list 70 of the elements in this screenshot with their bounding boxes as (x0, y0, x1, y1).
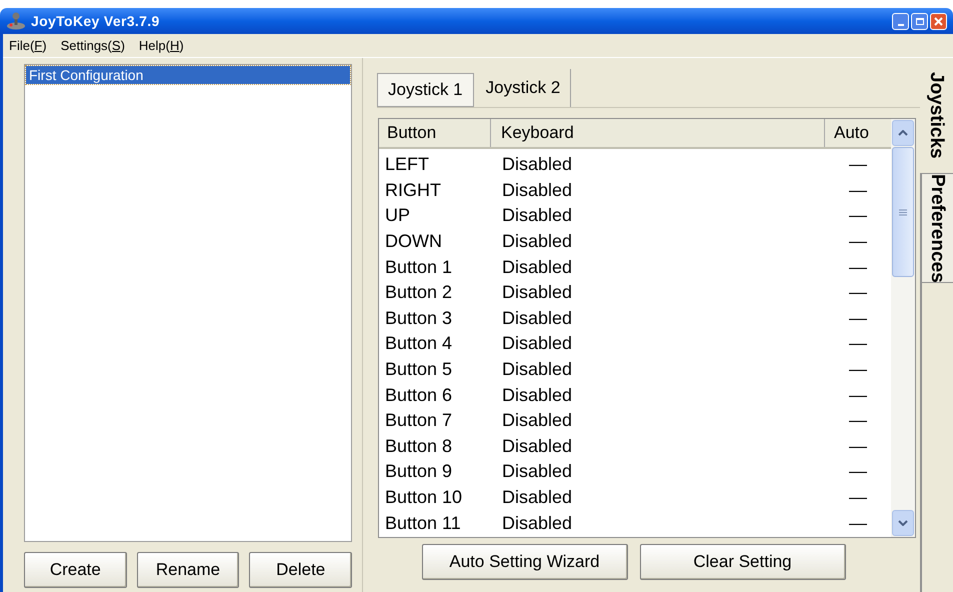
table-cell-text: Button 5 (384, 359, 454, 380)
close-icon[interactable] (930, 12, 947, 30)
scroll-up-icon[interactable] (892, 120, 914, 146)
menu-item[interactable]: Help(H) (138, 36, 184, 56)
table-cell-text: Disabled (501, 333, 574, 354)
menu-item[interactable]: Settings(S) (60, 36, 125, 56)
list-item[interactable]: First Configuration (26, 66, 350, 84)
joystick-icon (6, 12, 26, 30)
table-cell-text: Button 10 (384, 487, 464, 508)
table-cell-text: Disabled (501, 154, 574, 176)
table-cell-text: Disabled (501, 180, 574, 201)
table-cell-text: — (848, 359, 868, 380)
config-button[interactable]: Rename (136, 552, 240, 588)
table-cell-text: Disabled (501, 487, 574, 508)
table-cell-text: Disabled (501, 410, 574, 432)
table-cell-text: Disabled (501, 384, 574, 406)
table-cell-text: — (848, 436, 868, 457)
table-cell-text: LEFT (384, 154, 430, 176)
scroll-down-icon[interactable] (892, 510, 914, 536)
table-cell-text: Button 6 (384, 384, 454, 406)
table-cell-text: Disabled (501, 308, 574, 329)
table-cell-text: Button 11 (384, 512, 462, 534)
table-cell-text: Disabled (501, 436, 574, 457)
table-cell-text: Disabled (501, 282, 574, 304)
action-button[interactable]: Clear Setting (640, 544, 846, 580)
table-cell-text: — (848, 384, 868, 406)
table-cell-text: Button 2 (384, 282, 454, 304)
table-cell-text: Disabled (501, 359, 574, 380)
scroll-thumb[interactable] (892, 147, 914, 277)
table-cell-text: — (848, 154, 868, 176)
table-cell-text: Disabled (501, 256, 574, 278)
column-header[interactable]: Auto (825, 119, 891, 147)
side-tab[interactable]: Joysticks (920, 72, 953, 173)
table-cell-text: RIGHT (384, 180, 442, 201)
side-tab[interactable]: Preferences (920, 172, 953, 284)
table-cell-text: — (848, 410, 868, 432)
column-header[interactable]: Button (379, 119, 491, 147)
joystick-tab[interactable]: Joystick 1 (377, 73, 474, 107)
table-cell-text: Button 1 (384, 256, 454, 278)
column-header[interactable]: Keyboard (491, 119, 825, 147)
menu-item[interactable]: File(F) (9, 36, 47, 56)
table-cell-text: — (848, 308, 868, 329)
table-cell-text: — (848, 333, 868, 354)
table-cell-text: Button 7 (384, 410, 454, 432)
table-cell-text: — (848, 461, 868, 482)
table-cell-text: Button 4 (384, 333, 454, 354)
table-cell-text: DOWN (384, 231, 443, 252)
table-cell-text: Button 3 (384, 308, 454, 329)
table-cell-text: — (848, 180, 868, 201)
window-title: JoyToKey Ver3.7.9 (31, 12, 160, 31)
table-cell-text: Button 9 (384, 461, 454, 482)
action-button[interactable]: Auto Setting Wizard (422, 544, 628, 580)
table-cell-text: UP (384, 205, 412, 226)
table-cell-text: Disabled (501, 205, 574, 226)
joystick-tab[interactable]: Joystick 2 (476, 69, 572, 107)
table-cell-text: Button 8 (384, 436, 454, 457)
table-cell-text: — (848, 282, 868, 304)
scrollbar[interactable] (891, 119, 915, 537)
table-cell-text: — (848, 512, 868, 534)
table-cell-text: — (848, 256, 868, 278)
maximize-icon[interactable] (911, 12, 928, 30)
table-cell-text: — (848, 487, 868, 508)
table-cell-text: — (848, 205, 868, 226)
table-cell-text: — (848, 231, 868, 252)
config-button[interactable]: Delete (249, 552, 352, 588)
table-cell-text: Disabled (501, 461, 574, 482)
table-cell-text: Disabled (501, 231, 574, 252)
table-cell-text: Disabled (501, 512, 574, 534)
config-button[interactable]: Create (24, 552, 127, 588)
minimize-icon[interactable] (892, 12, 909, 30)
